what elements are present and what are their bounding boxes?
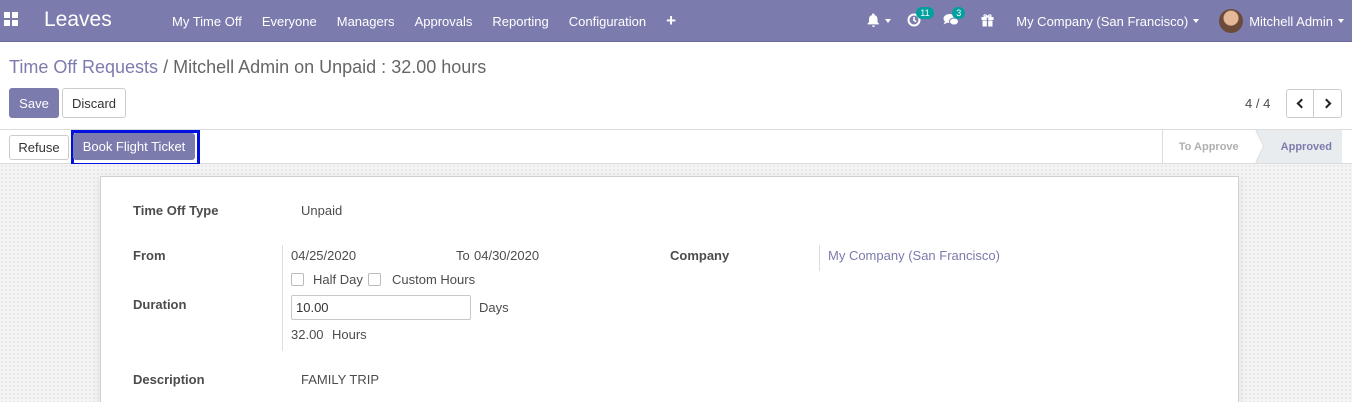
hours-unit-label: Hours — [332, 327, 367, 342]
status-stages: To Approve Approved — [1161, 130, 1342, 163]
half-day-checkbox[interactable] — [291, 273, 304, 286]
menu-configuration[interactable]: Configuration — [559, 14, 656, 29]
statusbar: Refuse Book Flight Ticket To Approve App… — [0, 129, 1352, 166]
top-navbar: Leaves My Time Off Everyone Managers App… — [0, 0, 1352, 42]
menu-approvals[interactable]: Approvals — [405, 14, 483, 29]
menu-my-time-off[interactable]: My Time Off — [162, 14, 252, 29]
notifications-menu[interactable] — [859, 13, 899, 30]
activity-menu[interactable]: 11 — [899, 6, 934, 30]
chevron-right-icon — [1321, 98, 1331, 109]
pager-next-button[interactable] — [1313, 89, 1342, 118]
stage-to-approve[interactable]: To Approve — [1163, 130, 1264, 163]
gift-menu[interactable] — [967, 13, 1002, 30]
company-link[interactable]: My Company (San Francisco) — [828, 248, 1000, 263]
form-sheet: Time Off Type Unpaid From 04/25/2020 To … — [100, 176, 1239, 402]
stage-approved-label: Approved — [1280, 140, 1332, 153]
plus-icon[interactable]: + — [656, 11, 686, 31]
custom-hours-label: Custom Hours — [392, 272, 476, 287]
gift-icon — [981, 13, 994, 30]
pager-previous-button[interactable] — [1286, 89, 1314, 118]
description-field[interactable]: FAMILY TRIP — [301, 372, 379, 387]
messages-count-badge: 3 — [952, 6, 966, 19]
stage-approved[interactable]: Approved — [1254, 130, 1342, 163]
refuse-button[interactable]: Refuse — [9, 135, 69, 160]
breadcrumb-current: Mitchell Admin on Unpaid : 32.00 hours — [173, 57, 487, 77]
chat-icon: 3 — [943, 6, 966, 30]
systray: 11 3 My Company (San Francisco) Mitchell… — [859, 0, 1352, 42]
breadcrumb: Time Off Requests / Mitchell Admin on Unpa… — [9, 57, 486, 78]
chevron-down-icon — [885, 19, 892, 23]
save-button[interactable]: Save — [9, 88, 59, 118]
company-label: Company — [670, 248, 730, 263]
apps-menu-icon[interactable] — [4, 12, 18, 26]
chevron-down-icon — [1193, 19, 1200, 23]
time-off-type-label: Time Off Type — [133, 203, 219, 218]
user-menu[interactable]: Mitchell Admin — [1211, 9, 1352, 33]
chevron-left-icon — [1296, 98, 1307, 109]
menu-managers[interactable]: Managers — [327, 14, 405, 29]
pager-value[interactable]: 4 / 4 — [1245, 96, 1270, 111]
days-unit-label: Days — [479, 300, 509, 315]
duration-days-input[interactable] — [291, 295, 471, 320]
breadcrumb-parent-link[interactable]: Time Off Requests — [9, 57, 158, 77]
duration-hours-value: 32.00 — [291, 327, 324, 342]
from-label: From — [133, 248, 166, 263]
book-flight-ticket-button[interactable]: Book Flight Ticket — [73, 133, 195, 160]
date-to-field[interactable]: 04/30/2020 — [474, 248, 539, 263]
user-name: Mitchell Admin — [1249, 13, 1333, 29]
company-switcher-label: My Company (San Francisco) — [1016, 13, 1189, 29]
app-brand[interactable]: Leaves — [44, 8, 112, 32]
to-label: To — [456, 248, 470, 263]
custom-hours-checkbox[interactable] — [368, 273, 381, 286]
menu-everyone[interactable]: Everyone — [252, 14, 327, 29]
discard-button[interactable]: Discard — [62, 88, 126, 118]
bell-icon — [867, 13, 880, 30]
half-day-label: Half Day — [313, 272, 363, 287]
clock-icon: 11 — [907, 6, 934, 30]
time-off-type-field[interactable]: Unpaid — [301, 203, 342, 218]
breadcrumb-separator: / — [163, 57, 169, 77]
duration-label: Duration — [133, 297, 187, 312]
field-divider — [819, 245, 820, 271]
company-switcher[interactable]: My Company (San Francisco) — [1002, 14, 1211, 29]
main-menu: My Time Off Everyone Managers Approvals … — [162, 0, 686, 42]
stage-to-approve-label: To Approve — [1178, 140, 1239, 153]
menu-reporting[interactable]: Reporting — [482, 14, 558, 29]
chevron-down-icon — [1338, 19, 1344, 23]
field-divider — [282, 245, 283, 351]
description-label: Description — [133, 372, 205, 387]
date-from-field[interactable]: 04/25/2020 — [291, 248, 356, 263]
messages-menu[interactable]: 3 — [929, 6, 967, 30]
avatar — [1219, 9, 1244, 33]
